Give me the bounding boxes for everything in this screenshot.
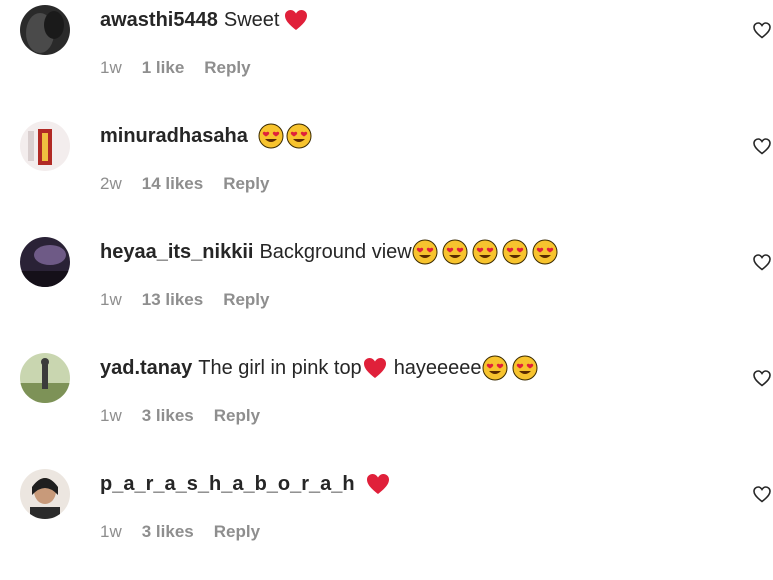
heart-eyes-emoji (532, 239, 558, 265)
comment-age: 1w (100, 290, 122, 309)
comment-text: Sweet (223, 8, 280, 31)
comment-meta: 1w 1 like Reply (100, 58, 251, 78)
red-heart-emoji (365, 471, 391, 497)
avatar[interactable] (20, 237, 70, 287)
like-heart-icon[interactable] (752, 136, 772, 156)
comment-text: The girl in pink top (198, 356, 362, 379)
avatar[interactable] (20, 353, 70, 403)
heart-eyes-emoji (412, 239, 438, 265)
comment-line: p_a_r_a_s_h_a_b_o_r_a_h (100, 469, 391, 499)
comment-text: Background view (259, 240, 412, 263)
avatar[interactable] (20, 121, 70, 171)
comment-line: minuradhasaha (100, 121, 312, 151)
comment-meta: 1w 3 likes Reply (100, 522, 260, 542)
avatar[interactable] (20, 469, 70, 519)
comment-username[interactable]: heyaa_its_nikkii (100, 241, 253, 264)
like-heart-icon[interactable] (752, 368, 772, 388)
comment-item: awasthi5448 Sweet 1w 1 like Reply (0, 0, 773, 116)
like-heart-icon[interactable] (752, 252, 772, 272)
like-heart-icon[interactable] (752, 484, 772, 504)
heart-eyes-emoji (286, 123, 312, 149)
heart-eyes-emoji (512, 355, 538, 381)
heart-eyes-emoji (472, 239, 498, 265)
comment-item: yad.tanay The girl in pink top hayeeeee … (0, 348, 773, 464)
comment-line: awasthi5448 Sweet (100, 5, 309, 35)
comment-age: 1w (100, 58, 122, 77)
comment-text-after: hayeeeee (393, 356, 482, 379)
comment-likes[interactable]: 3 likes (142, 406, 194, 426)
comment-line: yad.tanay The girl in pink top hayeeeee (100, 353, 538, 383)
comment-meta: 1w 13 likes Reply (100, 290, 269, 310)
comment-age: 1w (100, 406, 122, 425)
comment-age: 1w (100, 522, 122, 541)
comment-meta: 1w 3 likes Reply (100, 406, 260, 426)
comment-likes[interactable]: 1 like (142, 58, 185, 78)
like-heart-icon[interactable] (752, 20, 772, 40)
comment-username[interactable]: minuradhasaha (100, 125, 248, 148)
heart-eyes-emoji (442, 239, 468, 265)
red-heart-emoji (362, 355, 388, 381)
red-heart-emoji (283, 7, 309, 33)
heart-eyes-emoji (482, 355, 508, 381)
comment-item: minuradhasaha 2w 14 likes Reply (0, 116, 773, 232)
comment-likes[interactable]: 13 likes (142, 290, 203, 310)
comment-username[interactable]: p_a_r_a_s_h_a_b_o_r_a_h (100, 473, 355, 496)
comment-username[interactable]: awasthi5448 (100, 9, 218, 32)
comment-item: p_a_r_a_s_h_a_b_o_r_a_h 1w 3 likes Reply (0, 464, 773, 580)
comment-likes[interactable]: 14 likes (142, 174, 203, 194)
reply-button[interactable]: Reply (204, 58, 250, 78)
reply-button[interactable]: Reply (223, 290, 269, 310)
heart-eyes-emoji (258, 123, 284, 149)
reply-button[interactable]: Reply (214, 406, 260, 426)
reply-button[interactable]: Reply (223, 174, 269, 194)
comment-line: heyaa_its_nikkii Background view (100, 237, 558, 267)
reply-button[interactable]: Reply (214, 522, 260, 542)
comment-username[interactable]: yad.tanay (100, 357, 192, 380)
avatar[interactable] (20, 5, 70, 55)
comment-likes[interactable]: 3 likes (142, 522, 194, 542)
comment-meta: 2w 14 likes Reply (100, 174, 269, 194)
comment-age: 2w (100, 174, 122, 193)
heart-eyes-emoji (502, 239, 528, 265)
comment-item: heyaa_its_nikkii Background view 1w 13 l… (0, 232, 773, 348)
